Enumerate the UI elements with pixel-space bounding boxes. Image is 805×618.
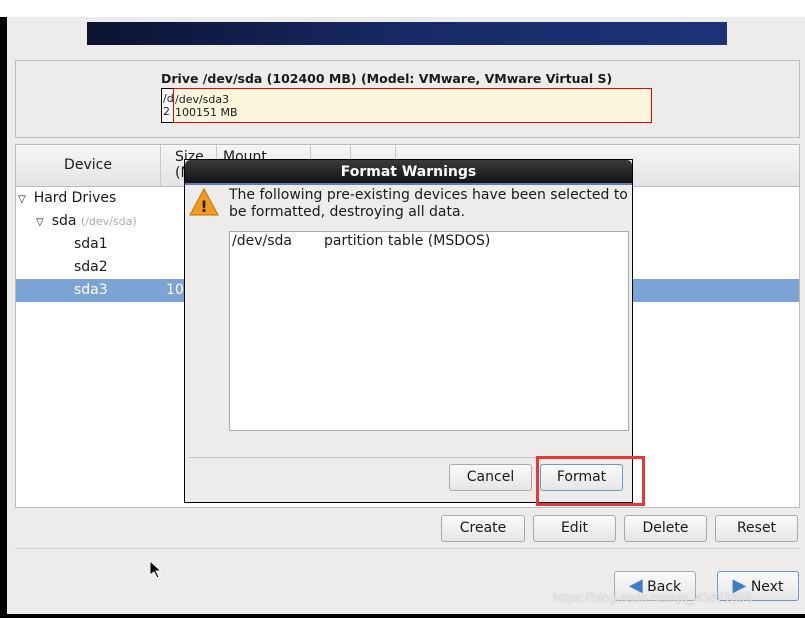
highlight-box (536, 456, 645, 506)
row-sublabel: (/dev/sda) (80, 215, 137, 228)
dialog-message: The following pre-existing devices have … (229, 187, 628, 220)
segment-name: /d (163, 92, 173, 105)
next-label: Next (750, 579, 784, 595)
segment-size: 2 (163, 105, 170, 118)
row-label: sda2 (74, 259, 108, 275)
dialog-title: Format Warnings (185, 160, 632, 185)
row-label: sda (51, 213, 77, 229)
reset-button[interactable]: Reset (715, 515, 798, 542)
expander-triangle-icon[interactable]: ▽ (18, 188, 26, 211)
row-label: Hard Drives (33, 190, 117, 206)
edit-button[interactable]: Edit (533, 515, 616, 542)
list-item-desc: partition table (MSDOS) (324, 233, 491, 249)
row-size: 10 (166, 282, 184, 298)
svg-text:!: ! (200, 197, 207, 216)
drive-title: Drive /dev/sda (102400 MB) (Model: VMwar… (161, 71, 613, 86)
partition-segment-sda2[interactable]: /d 2 (162, 89, 173, 122)
segment-name: /dev/sda3 (175, 93, 230, 106)
row-label: sda1 (74, 236, 108, 252)
delete-button[interactable]: Delete (624, 515, 707, 542)
drive-partition-bar: /d 2 /dev/sda3 100151 MB (161, 88, 652, 123)
list-item-device: /dev/sda (232, 233, 292, 249)
warning-icon: ! (189, 188, 219, 216)
segment-size: 100151 MB (175, 106, 238, 119)
list-item[interactable]: /dev/sda partition table (MSDOS) (232, 233, 626, 249)
separator (15, 548, 800, 549)
partition-segment-sda3[interactable]: /dev/sda3 100151 MB (173, 88, 652, 123)
row-label: sda3 (74, 282, 108, 298)
create-button[interactable]: Create (441, 515, 525, 542)
cancel-button[interactable]: Cancel (449, 464, 532, 491)
watermark: https://blog.csdn.net/qq_43871556 (553, 590, 753, 605)
installer-banner (87, 22, 727, 45)
screen-edge (0, 17, 7, 618)
mouse-cursor-icon (150, 561, 162, 579)
expander-triangle-icon[interactable]: ▽ (36, 211, 44, 234)
device-list[interactable]: /dev/sda partition table (MSDOS) (229, 231, 629, 431)
screen-edge-bottom (0, 614, 805, 618)
column-device[interactable]: Device (16, 145, 161, 186)
format-warnings-dialog: Format Warnings ! The following pre-exis… (184, 159, 633, 503)
